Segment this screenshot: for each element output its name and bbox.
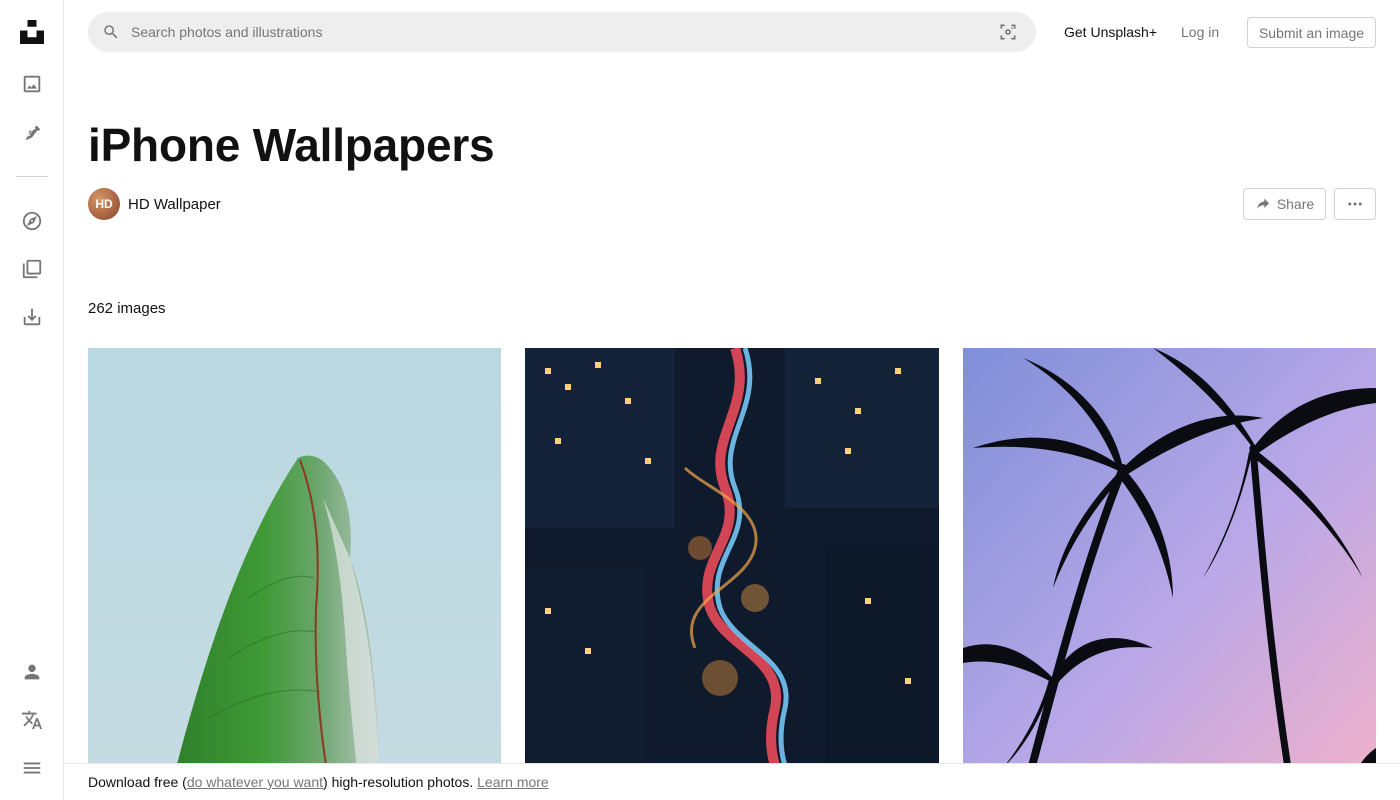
collection-author[interactable]: HD HD Wallpaper [88,188,221,220]
learn-more-link[interactable]: Learn more [477,774,549,790]
photo-night-street[interactable] [525,348,939,800]
explore-compass-icon[interactable] [12,201,52,241]
photo-banana-leaf[interactable] [88,348,501,800]
collections-icon[interactable] [12,249,52,289]
unsplash-logo-icon[interactable] [12,12,52,52]
get-unsplash-plus-link[interactable]: Get Unsplash+ [1064,22,1157,42]
share-label: Share [1276,196,1315,212]
author-name: HD Wallpaper [128,195,221,213]
login-link[interactable]: Log in [1181,22,1219,42]
more-actions-button[interactable] [1334,188,1376,220]
license-link[interactable]: do whatever you want [187,774,323,790]
menu-icon[interactable] [12,748,52,788]
share-arrow-icon [1256,198,1269,209]
language-icon[interactable] [12,700,52,740]
page-title: iPhone Wallpapers [88,119,495,171]
visual-search-icon[interactable] [996,20,1020,44]
download-icon[interactable] [12,297,52,337]
sidebar-divider [16,176,48,177]
user-icon[interactable] [12,652,52,692]
illustrations-pen-icon[interactable] [12,112,52,152]
share-button[interactable]: Share [1243,188,1326,220]
image-count: 262 images [88,300,166,317]
banner-middle: ) high-resolution photos. [323,774,478,790]
sidebar [0,0,64,800]
photo-palm-trees[interactable] [963,348,1376,800]
banner-prefix: Download free ( [88,774,187,790]
search-icon[interactable] [101,22,121,42]
submit-image-button[interactable]: Submit an image [1247,17,1376,48]
photos-icon[interactable] [12,64,52,104]
search-bar [88,12,1036,52]
more-dots-icon [1348,202,1362,206]
search-input[interactable] [121,12,996,52]
download-banner: Download free ( do whatever you want ) h… [64,763,1400,800]
avatar: HD [88,188,120,220]
